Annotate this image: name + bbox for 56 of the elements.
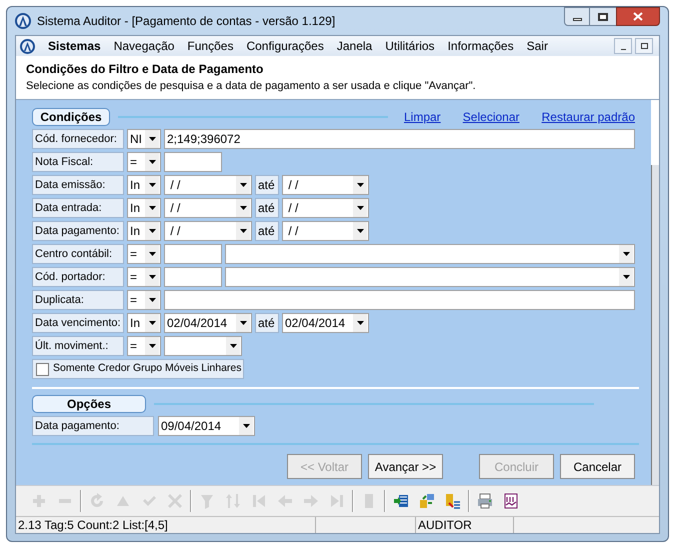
operator-dropdown[interactable]: = — [127, 244, 161, 264]
field-label: Data entrada: — [32, 198, 124, 218]
field-label: Centro contábil: — [32, 244, 124, 264]
wizard-button[interactable]: Avançar >> — [368, 454, 443, 479]
field-label: Data vencimento: — [32, 313, 124, 333]
menu-item[interactable]: Sair — [520, 37, 548, 55]
operator-dropdown[interactable]: = — [127, 290, 161, 310]
status-text: 2.13 Tag:5 Count:2 List:[4,5] — [18, 519, 168, 531]
link[interactable]: Limpar — [404, 108, 441, 126]
operator-dropdown[interactable]: In — [127, 198, 161, 218]
date-picker[interactable]: / / — [282, 175, 369, 195]
page-instructions: Selecione as condições de pesquisa e a data de pagamento a ser usada e clique "Avançar". — [26, 79, 477, 94]
until-label: até — [255, 221, 279, 241]
status-user: AUDITOR — [418, 519, 472, 531]
date-picker[interactable]: / / — [164, 198, 252, 218]
field-label: Data pagamento: — [32, 416, 154, 436]
operator-dropdown[interactable]: In — [127, 175, 161, 195]
operator-dropdown[interactable]: In — [127, 313, 161, 333]
menu-item[interactable]: Informações — [442, 37, 514, 55]
operator-dropdown[interactable]: In — [127, 221, 161, 241]
menu-item[interactable]: Sistemas — [42, 37, 101, 55]
section-title: Condições — [32, 108, 110, 126]
date-picker[interactable]: / / — [164, 221, 252, 241]
operator-dropdown[interactable]: = — [127, 336, 161, 356]
menu-item[interactable]: Navegação — [108, 37, 174, 55]
operator-dropdown[interactable]: NI — [127, 129, 161, 149]
page-heading: Condições do Filtro e Data de Pagamento — [26, 61, 264, 78]
checkbox-option[interactable]: Somente Credor Grupo Móveis Linhares — [32, 359, 244, 379]
date-picker[interactable]: 09/04/2014 — [158, 416, 255, 436]
menu-item[interactable]: Funções — [181, 37, 234, 55]
field-label: Nota Fiscal: — [32, 152, 124, 172]
operator-dropdown[interactable]: = — [127, 152, 161, 172]
date-picker[interactable]: 02/04/2014 — [164, 313, 252, 333]
field-label: Últ. moviment.: — [32, 336, 124, 356]
date-picker[interactable]: 02/04/2014 — [282, 313, 369, 333]
field-label: Cód. portador: — [32, 267, 124, 287]
link[interactable]: Restaurar padrão — [542, 108, 635, 126]
field-label: Data emissão: — [32, 175, 124, 195]
wizard-button[interactable]: Cancelar — [560, 454, 635, 479]
menu-item[interactable]: Janela — [330, 37, 372, 55]
text-field[interactable]: 2;149;396072 — [164, 129, 635, 149]
operator-dropdown[interactable]: = — [127, 267, 161, 287]
menu-item[interactable]: Configurações — [240, 37, 324, 55]
until-label: até — [255, 175, 279, 195]
date-picker[interactable]: / / — [282, 198, 369, 218]
until-label: até — [255, 313, 279, 333]
field-label: Cód. fornecedor: — [32, 129, 124, 149]
menu-item[interactable]: Utilitários — [379, 37, 435, 55]
field-label: Duplicata: — [32, 290, 124, 310]
window-title: Sistema Auditor - [Pagamento de contas - versão 1.129] — [37, 13, 336, 30]
field-label: Data pagamento: — [32, 221, 124, 241]
link[interactable]: Selecionar — [462, 108, 520, 126]
date-picker[interactable]: / / — [164, 175, 252, 195]
until-label: até — [255, 198, 279, 218]
date-picker[interactable]: / / — [282, 221, 369, 241]
section-title: Opções — [32, 395, 146, 413]
